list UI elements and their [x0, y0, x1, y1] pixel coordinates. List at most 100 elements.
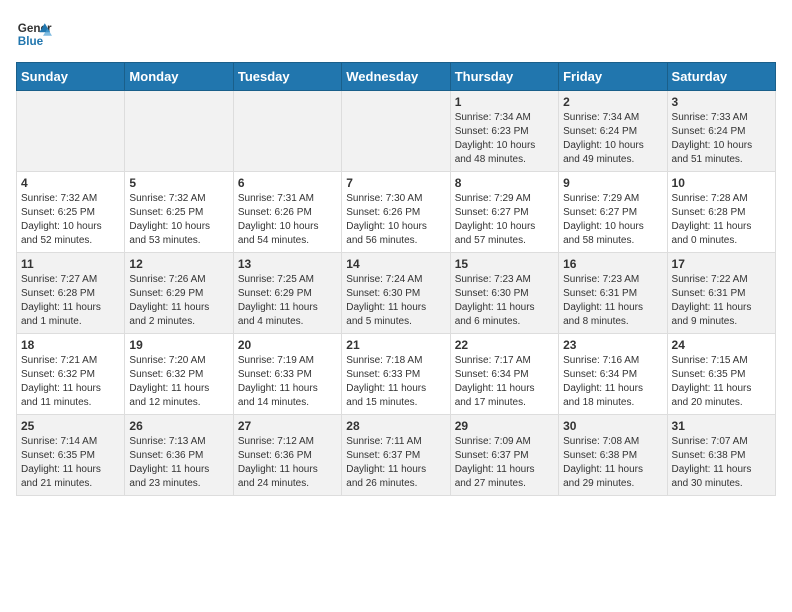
- calendar-cell: 15 Sunrise: 7:23 AM Sunset: 6:30 PM Dayli…: [450, 253, 558, 334]
- calendar-cell: 8 Sunrise: 7:29 AM Sunset: 6:27 PM Daylig…: [450, 172, 558, 253]
- day-info: Sunrise: 7:17 AM Sunset: 6:34 PM Dayligh…: [455, 354, 554, 410]
- header-tuesday: Tuesday: [233, 63, 341, 91]
- day-number: 13: [238, 257, 337, 271]
- calendar-week-row: 11 Sunrise: 7:27 AM Sunset: 6:28 PM Dayli…: [17, 253, 776, 334]
- day-number: 27: [238, 419, 337, 433]
- day-info: Sunrise: 7:14 AM Sunset: 6:35 PM Dayligh…: [21, 435, 120, 491]
- header-wednesday: Wednesday: [342, 63, 450, 91]
- header: General Blue: [16, 16, 776, 52]
- calendar-cell: 20 Sunrise: 7:19 AM Sunset: 6:33 PM Dayli…: [233, 334, 341, 415]
- calendar-cell: 1 Sunrise: 7:34 AM Sunset: 6:23 PM Daylig…: [450, 91, 558, 172]
- day-number: 14: [346, 257, 445, 271]
- logo-icon: General Blue: [16, 16, 52, 52]
- day-info: Sunrise: 7:08 AM Sunset: 6:38 PM Dayligh…: [563, 435, 662, 491]
- day-number: 31: [672, 419, 771, 433]
- day-info: Sunrise: 7:31 AM Sunset: 6:26 PM Dayligh…: [238, 192, 337, 248]
- calendar-cell: [233, 91, 341, 172]
- calendar-cell: 30 Sunrise: 7:08 AM Sunset: 6:38 PM Dayli…: [559, 415, 667, 496]
- day-info: Sunrise: 7:13 AM Sunset: 6:36 PM Dayligh…: [129, 435, 228, 491]
- calendar-body: 1 Sunrise: 7:34 AM Sunset: 6:23 PM Daylig…: [17, 91, 776, 496]
- day-info: Sunrise: 7:11 AM Sunset: 6:37 PM Dayligh…: [346, 435, 445, 491]
- day-info: Sunrise: 7:30 AM Sunset: 6:26 PM Dayligh…: [346, 192, 445, 248]
- header-sunday: Sunday: [17, 63, 125, 91]
- calendar-cell: 2 Sunrise: 7:34 AM Sunset: 6:24 PM Daylig…: [559, 91, 667, 172]
- calendar-cell: 5 Sunrise: 7:32 AM Sunset: 6:25 PM Daylig…: [125, 172, 233, 253]
- calendar-week-row: 1 Sunrise: 7:34 AM Sunset: 6:23 PM Daylig…: [17, 91, 776, 172]
- day-info: Sunrise: 7:32 AM Sunset: 6:25 PM Dayligh…: [129, 192, 228, 248]
- header-friday: Friday: [559, 63, 667, 91]
- calendar-cell: [17, 91, 125, 172]
- calendar-cell: 7 Sunrise: 7:30 AM Sunset: 6:26 PM Daylig…: [342, 172, 450, 253]
- day-number: 10: [672, 176, 771, 190]
- day-number: 11: [21, 257, 120, 271]
- day-number: 28: [346, 419, 445, 433]
- day-number: 1: [455, 95, 554, 109]
- calendar-header: SundayMondayTuesdayWednesdayThursdayFrid…: [17, 63, 776, 91]
- svg-text:Blue: Blue: [18, 35, 44, 48]
- day-number: 7: [346, 176, 445, 190]
- day-info: Sunrise: 7:18 AM Sunset: 6:33 PM Dayligh…: [346, 354, 445, 410]
- day-number: 5: [129, 176, 228, 190]
- calendar-cell: 24Sunrise: 7:15 AM Sunset: 6:35 PM Dayli…: [667, 334, 775, 415]
- day-number: 20: [238, 338, 337, 352]
- calendar-cell: 16 Sunrise: 7:23 AM Sunset: 6:31 PM Dayli…: [559, 253, 667, 334]
- calendar-cell: 21 Sunrise: 7:18 AM Sunset: 6:33 PM Dayli…: [342, 334, 450, 415]
- day-number: 23: [563, 338, 662, 352]
- logo: General Blue: [16, 16, 52, 52]
- calendar-table: SundayMondayTuesdayWednesdayThursdayFrid…: [16, 62, 776, 496]
- day-info: Sunrise: 7:22 AM Sunset: 6:31 PM Dayligh…: [672, 273, 771, 329]
- day-info: Sunrise: 7:34 AM Sunset: 6:24 PM Dayligh…: [563, 111, 662, 167]
- calendar-cell: 10 Sunrise: 7:28 AM Sunset: 6:28 PM Dayli…: [667, 172, 775, 253]
- day-info: Sunrise: 7:34 AM Sunset: 6:23 PM Dayligh…: [455, 111, 554, 167]
- calendar-cell: 22 Sunrise: 7:17 AM Sunset: 6:34 PM Dayli…: [450, 334, 558, 415]
- calendar-cell: 11 Sunrise: 7:27 AM Sunset: 6:28 PM Dayli…: [17, 253, 125, 334]
- calendar-cell: 31Sunrise: 7:07 AM Sunset: 6:38 PM Dayli…: [667, 415, 775, 496]
- day-info: Sunrise: 7:21 AM Sunset: 6:32 PM Dayligh…: [21, 354, 120, 410]
- calendar-cell: 26 Sunrise: 7:13 AM Sunset: 6:36 PM Dayli…: [125, 415, 233, 496]
- calendar-cell: [125, 91, 233, 172]
- day-number: 15: [455, 257, 554, 271]
- day-number: 16: [563, 257, 662, 271]
- calendar-week-row: 4Sunrise: 7:32 AM Sunset: 6:25 PM Daylig…: [17, 172, 776, 253]
- day-number: 12: [129, 257, 228, 271]
- day-number: 2: [563, 95, 662, 109]
- calendar-cell: 14 Sunrise: 7:24 AM Sunset: 6:30 PM Dayli…: [342, 253, 450, 334]
- day-number: 6: [238, 176, 337, 190]
- header-thursday: Thursday: [450, 63, 558, 91]
- day-info: Sunrise: 7:24 AM Sunset: 6:30 PM Dayligh…: [346, 273, 445, 329]
- day-number: 21: [346, 338, 445, 352]
- day-number: 9: [563, 176, 662, 190]
- calendar-cell: 28 Sunrise: 7:11 AM Sunset: 6:37 PM Dayli…: [342, 415, 450, 496]
- day-number: 26: [129, 419, 228, 433]
- day-info: Sunrise: 7:29 AM Sunset: 6:27 PM Dayligh…: [563, 192, 662, 248]
- calendar-cell: 23 Sunrise: 7:16 AM Sunset: 6:34 PM Dayli…: [559, 334, 667, 415]
- day-info: Sunrise: 7:25 AM Sunset: 6:29 PM Dayligh…: [238, 273, 337, 329]
- day-number: 19: [129, 338, 228, 352]
- day-info: Sunrise: 7:33 AM Sunset: 6:24 PM Dayligh…: [672, 111, 771, 167]
- calendar-cell: 13 Sunrise: 7:25 AM Sunset: 6:29 PM Dayli…: [233, 253, 341, 334]
- calendar-week-row: 18 Sunrise: 7:21 AM Sunset: 6:32 PM Dayli…: [17, 334, 776, 415]
- day-number: 18: [21, 338, 120, 352]
- day-info: Sunrise: 7:16 AM Sunset: 6:34 PM Dayligh…: [563, 354, 662, 410]
- header-monday: Monday: [125, 63, 233, 91]
- calendar-cell: 19Sunrise: 7:20 AM Sunset: 6:32 PM Dayli…: [125, 334, 233, 415]
- day-info: Sunrise: 7:28 AM Sunset: 6:28 PM Dayligh…: [672, 192, 771, 248]
- day-info: Sunrise: 7:23 AM Sunset: 6:31 PM Dayligh…: [563, 273, 662, 329]
- calendar-cell: [342, 91, 450, 172]
- day-number: 29: [455, 419, 554, 433]
- calendar-cell: 29Sunrise: 7:09 AM Sunset: 6:37 PM Dayli…: [450, 415, 558, 496]
- day-number: 22: [455, 338, 554, 352]
- day-info: Sunrise: 7:26 AM Sunset: 6:29 PM Dayligh…: [129, 273, 228, 329]
- day-info: Sunrise: 7:23 AM Sunset: 6:30 PM Dayligh…: [455, 273, 554, 329]
- day-info: Sunrise: 7:32 AM Sunset: 6:25 PM Dayligh…: [21, 192, 120, 248]
- calendar-cell: 6 Sunrise: 7:31 AM Sunset: 6:26 PM Daylig…: [233, 172, 341, 253]
- day-number: 3: [672, 95, 771, 109]
- calendar-week-row: 25Sunrise: 7:14 AM Sunset: 6:35 PM Dayli…: [17, 415, 776, 496]
- day-number: 30: [563, 419, 662, 433]
- day-number: 8: [455, 176, 554, 190]
- day-info: Sunrise: 7:19 AM Sunset: 6:33 PM Dayligh…: [238, 354, 337, 410]
- calendar-cell: 18 Sunrise: 7:21 AM Sunset: 6:32 PM Dayli…: [17, 334, 125, 415]
- day-info: Sunrise: 7:27 AM Sunset: 6:28 PM Dayligh…: [21, 273, 120, 329]
- calendar-cell: 27Sunrise: 7:12 AM Sunset: 6:36 PM Dayli…: [233, 415, 341, 496]
- day-info: Sunrise: 7:29 AM Sunset: 6:27 PM Dayligh…: [455, 192, 554, 248]
